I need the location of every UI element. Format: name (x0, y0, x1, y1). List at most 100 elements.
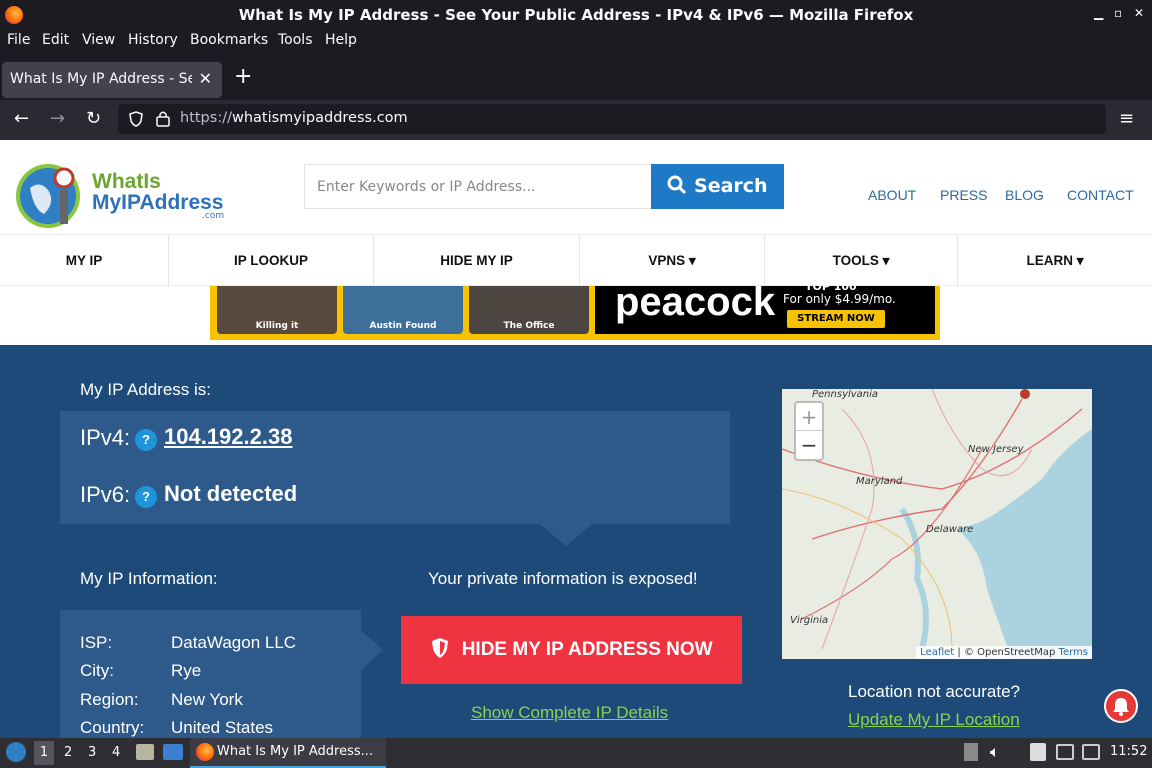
network-icon[interactable] (1056, 744, 1074, 760)
taskbar-app-title: What Is My IP Address... (217, 744, 374, 759)
url-text[interactable]: https://whatismyipaddress.com (180, 110, 408, 126)
update-location-link[interactable]: Update My IP Location (848, 710, 1020, 730)
leaflet-link[interactable]: Leaflet (920, 647, 954, 658)
exposed-text: Your private information is exposed! (428, 569, 698, 588)
zoom-in-button[interactable]: + (796, 403, 822, 431)
workspace-3[interactable]: 3 (88, 745, 96, 760)
hide-my-ip-button[interactable]: HIDE MY IP ADDRESS NOW (401, 616, 742, 684)
taskbar-firefox-window[interactable]: What Is My IP Address... (190, 738, 386, 768)
map-label-virginia: Virginia (790, 615, 829, 626)
info-heading: My IP Information: (80, 569, 218, 588)
hide-my-ip-label: HIDE MY IP ADDRESS NOW (461, 639, 713, 660)
ad-thumb-1: Killing it (217, 286, 337, 334)
ipv6-row: IPv6: ? Not detected (60, 468, 730, 524)
tab-close-icon[interactable]: ✕ (199, 69, 212, 88)
volume-icon[interactable]: 🔈︎ (990, 742, 1000, 762)
shield-icon[interactable] (128, 111, 144, 127)
back-icon[interactable]: ← (14, 108, 29, 129)
tab-strip: What Is My IP Address - See Your Public … (0, 56, 1152, 100)
osm-attrib: | © OpenStreetMap (957, 647, 1056, 658)
forward-icon[interactable]: → (50, 108, 65, 129)
reload-icon[interactable]: ↻ (86, 108, 101, 129)
location-question: Location not accurate? (848, 682, 1021, 701)
location-map[interactable]: + − Pennsylvania New Jersey Maryland Del… (782, 389, 1092, 659)
map-label-maryland: Maryland (856, 476, 903, 487)
tray-device-icon[interactable] (964, 743, 978, 761)
globe-icon (16, 164, 80, 228)
nav-tools[interactable]: TOOLS ▾ (765, 235, 958, 287)
lock-icon[interactable] (156, 110, 170, 127)
workspace-4[interactable]: 4 (112, 745, 120, 760)
desktop-icon[interactable] (163, 744, 183, 760)
new-tab-icon[interactable]: + (234, 64, 252, 89)
display-icon[interactable] (1082, 744, 1100, 760)
clipboard-icon[interactable] (1030, 743, 1046, 761)
info-box-arrow (361, 630, 383, 670)
nav-learn[interactable]: LEARN ▾ (958, 235, 1152, 287)
clock: 11:52 (1110, 744, 1148, 759)
ip-heading: My IP Address is: (80, 380, 212, 399)
workspace-2[interactable]: 2 (64, 745, 72, 760)
menu-view[interactable]: View (82, 32, 115, 48)
link-blog[interactable]: BLOG (1005, 187, 1044, 203)
search-button[interactable]: Search (651, 164, 784, 209)
notification-bell-icon[interactable] (1104, 689, 1138, 723)
firefox-icon (196, 743, 214, 761)
start-menu-icon[interactable] (6, 742, 26, 762)
show-details-link[interactable]: Show Complete IP Details (471, 703, 668, 723)
close-icon[interactable]: ✕ (1134, 6, 1144, 20)
bell-icon (1113, 698, 1129, 716)
ad-brand: peacock (615, 280, 776, 324)
url-bar[interactable]: https://whatismyipaddress.com (118, 104, 1106, 134)
nav-ip-lookup[interactable]: IP LOOKUP (169, 235, 374, 287)
workspace-1[interactable]: 1 (34, 741, 54, 765)
ipv4-help-icon[interactable]: ? (135, 429, 157, 451)
menu-bookmarks[interactable]: Bookmarks (190, 32, 268, 48)
search-button-label: Search (694, 175, 768, 197)
minimize-icon[interactable]: ▁ (1094, 6, 1103, 20)
ipv4-row: IPv4: ? 104.192.2.38 (60, 411, 730, 468)
menu-history[interactable]: History (128, 32, 178, 48)
map-label-new-jersey: New Jersey (968, 444, 1024, 455)
menu-help[interactable]: Help (325, 32, 357, 48)
link-contact[interactable]: CONTACT (1067, 187, 1134, 203)
link-press[interactable]: PRESS (940, 187, 987, 203)
site-logo[interactable]: WhatIs MyIPAddress .com (16, 160, 226, 230)
logo-suffix: .com (202, 211, 225, 221)
ipv4-value[interactable]: 104.192.2.38 (164, 424, 292, 450)
nav-my-ip[interactable]: MY IP (0, 235, 169, 287)
map-label-pennsylvania: Pennsylvania (812, 389, 879, 400)
link-about[interactable]: ABOUT (868, 187, 916, 203)
file-manager-icon[interactable] (136, 744, 154, 760)
taskbar: 1 2 3 4 What Is My IP Address... 🔈︎ 11:5… (0, 738, 1152, 768)
map-zoom-control: + − (794, 401, 824, 461)
ad-tagline: For only $4.99/mo. (783, 292, 896, 306)
app-menu-icon[interactable]: ≡ (1119, 108, 1134, 129)
menu-tools[interactable]: Tools (278, 32, 313, 48)
window-title: What Is My IP Address - See Your Public … (238, 6, 914, 24)
tab-title: What Is My IP Address - See Your Public … (10, 71, 192, 87)
zoom-out-button[interactable]: − (796, 431, 822, 459)
ip-box-pointer (540, 524, 592, 546)
ad-cta: STREAM NOW (787, 310, 885, 328)
menu-file[interactable]: File (7, 32, 30, 48)
nav-hide-my-ip[interactable]: HIDE MY IP (374, 235, 580, 287)
ipv4-label: IPv4: (80, 425, 131, 450)
ipv6-value: Not detected (164, 481, 298, 506)
map-attribution: Leaflet | © OpenStreetMap Terms (916, 646, 1092, 659)
ad-thumb-3: The Office (469, 286, 589, 334)
terms-link[interactable]: Terms (1059, 647, 1088, 658)
shield-icon (432, 638, 449, 658)
web-page: WhatIs MyIPAddress .com Enter Keywords o… (0, 140, 1152, 738)
maximize-icon[interactable]: ▫ (1114, 6, 1122, 20)
ad-thumb-2: Austin Found (343, 286, 463, 334)
menu-edit[interactable]: Edit (42, 32, 69, 48)
search-input[interactable]: Enter Keywords or IP Address... (304, 164, 652, 209)
search-icon (667, 175, 687, 195)
map-label-delaware: Delaware (926, 524, 974, 535)
ipv6-help-icon[interactable]: ? (135, 486, 157, 508)
browser-tab[interactable]: What Is My IP Address - See Your Public … (2, 62, 222, 98)
ipv6-label: IPv6: (80, 482, 131, 507)
advertisement-banner[interactable]: Killing it Austin Found The Office peaco… (210, 280, 940, 340)
ad-peacock: peacock TOP 100 For only $4.99/mo. STREA… (595, 280, 935, 334)
